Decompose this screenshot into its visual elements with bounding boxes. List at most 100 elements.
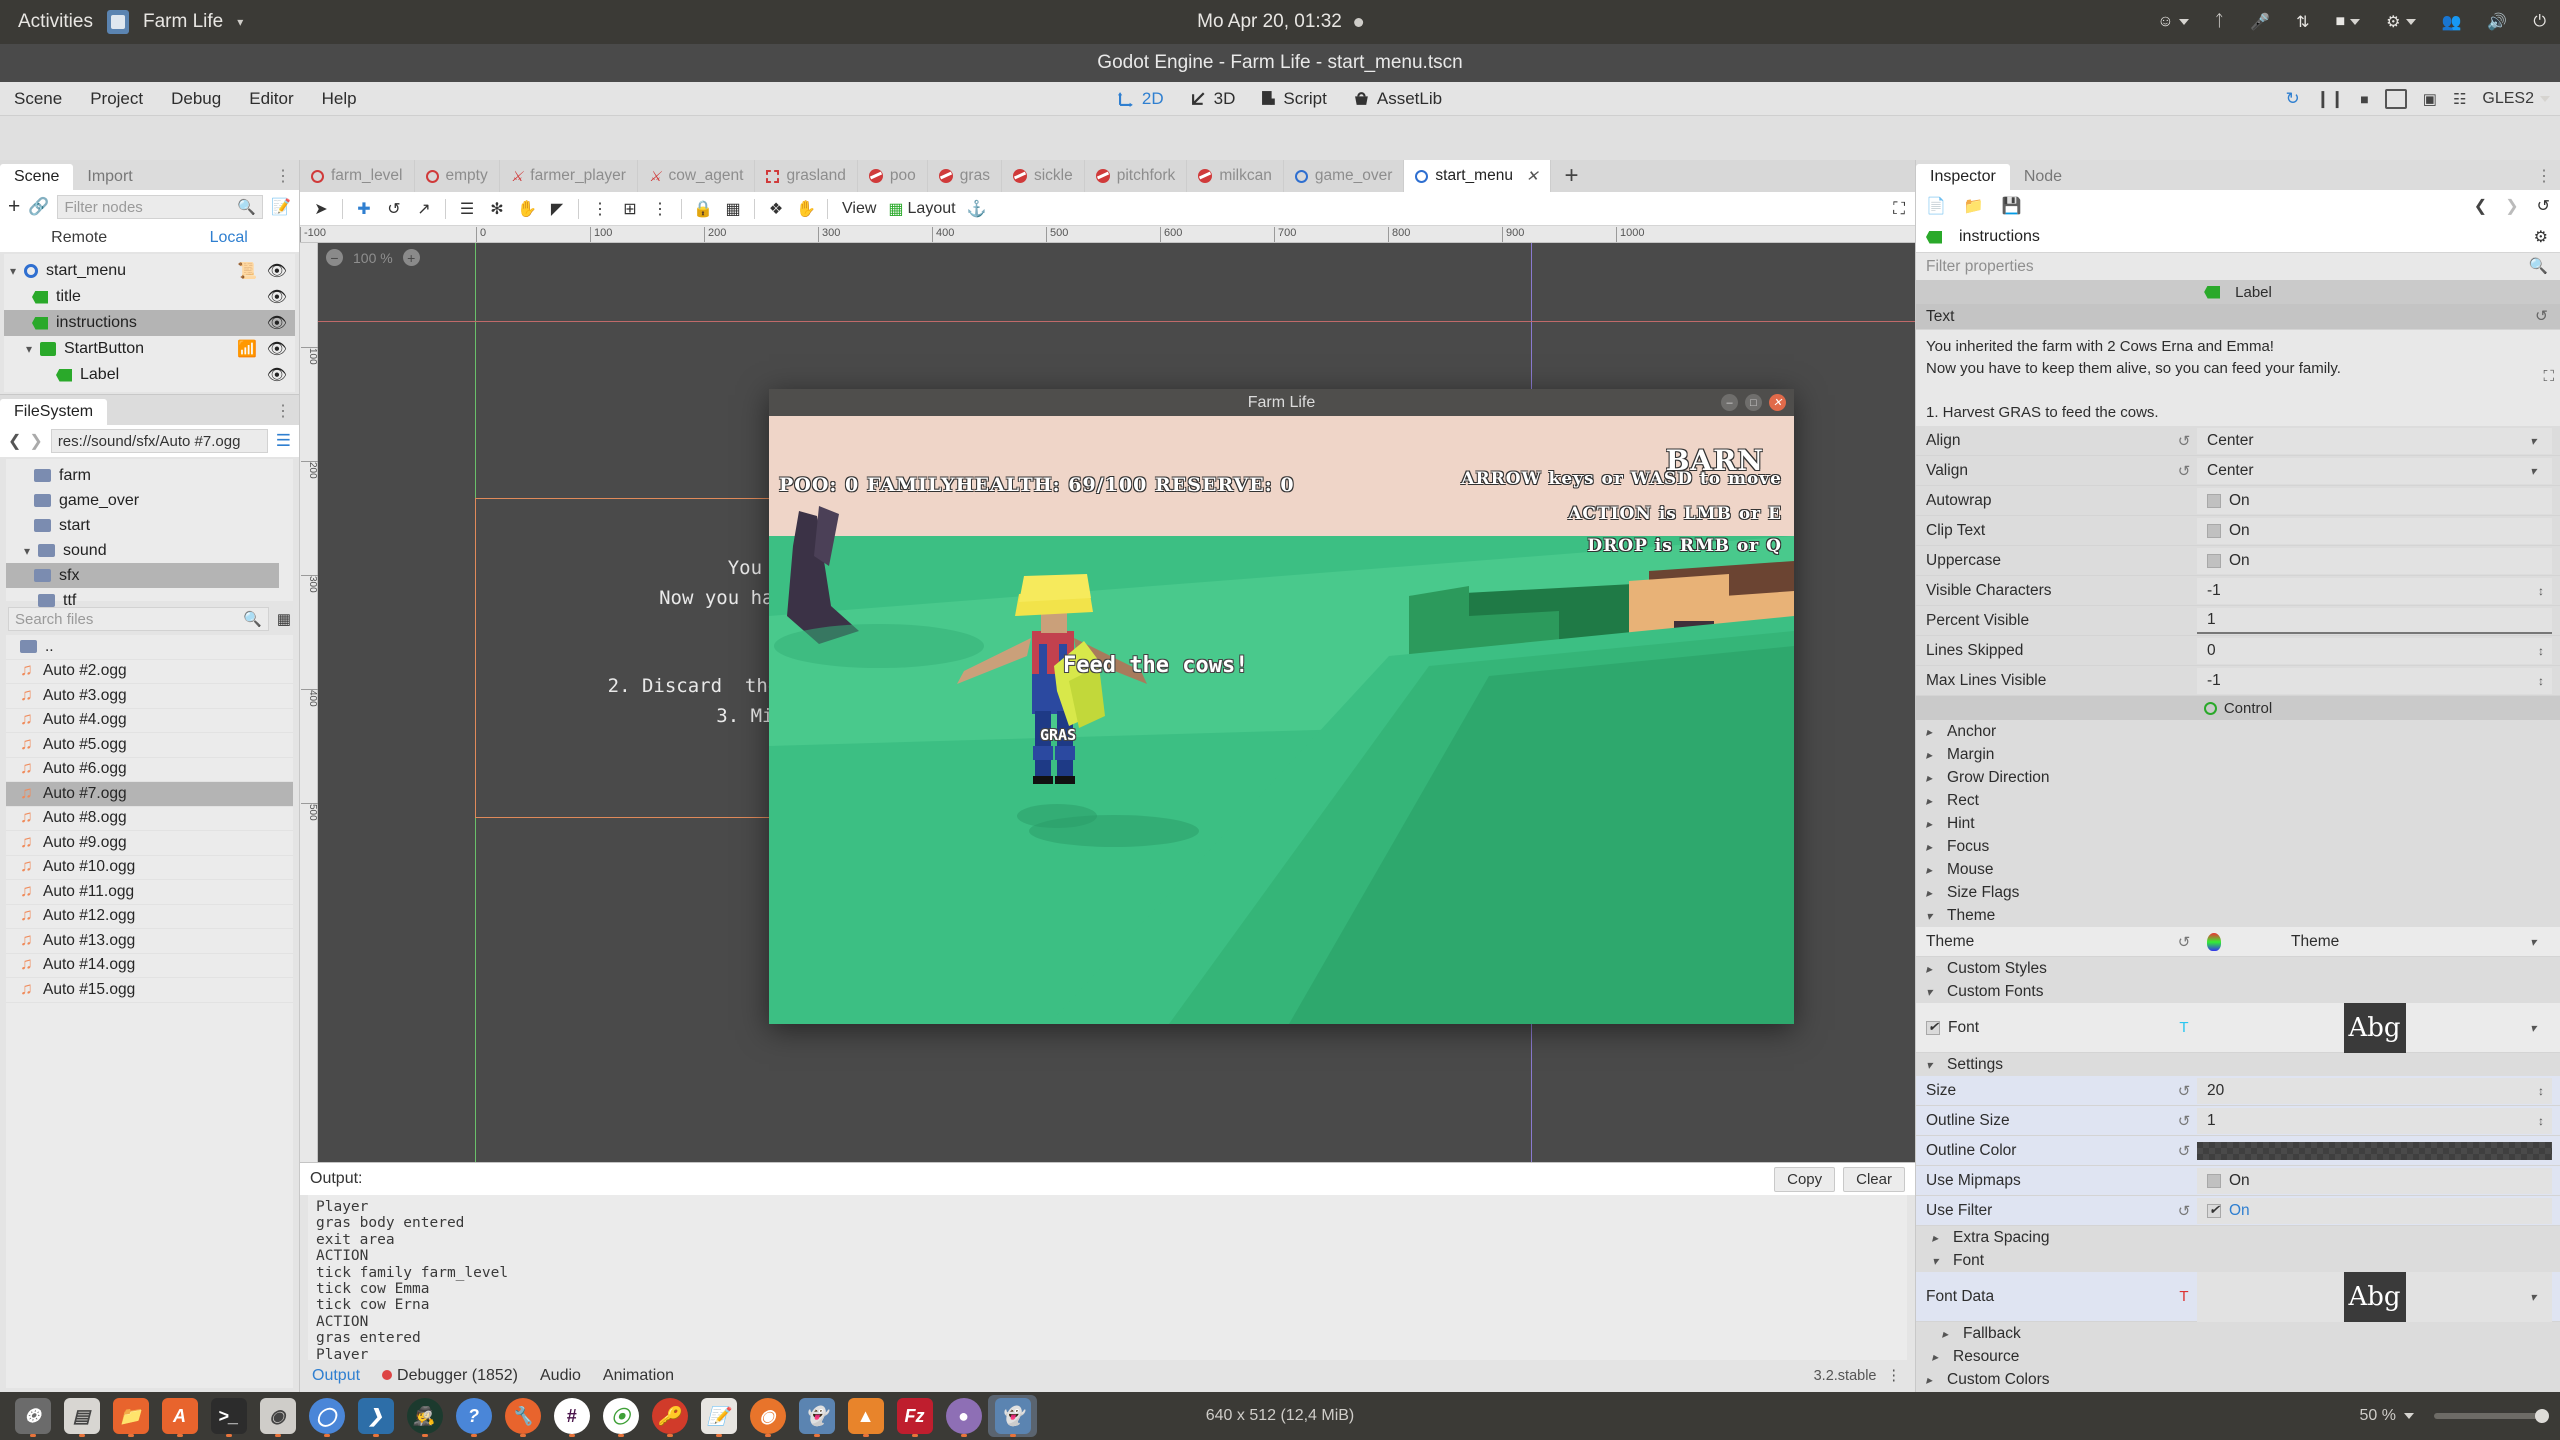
checkbox-icon[interactable] xyxy=(2207,524,2221,538)
dock-item-vscode-icon[interactable]: ❯ xyxy=(351,1395,400,1437)
dock-item-slack-icon[interactable]: # xyxy=(547,1395,596,1437)
group-custom-styles[interactable]: ▸Custom Styles xyxy=(1916,957,2560,980)
list-select-icon[interactable]: ☰ xyxy=(452,196,482,222)
dock-item-gimp-icon[interactable]: ❂ xyxy=(8,1395,57,1437)
scene-tab-game-over[interactable]: game_over xyxy=(1284,160,1405,192)
group-font-sub[interactable]: ▾Font xyxy=(1916,1249,2560,1272)
file-row[interactable]: Auto #2.ogg xyxy=(6,660,293,685)
prop-autowrap[interactable]: Autowrap On xyxy=(1916,486,2560,516)
scene-tab-grasland[interactable]: grasland xyxy=(755,160,857,192)
prop-max-lines-visible[interactable]: Max Lines Visible -1↕ xyxy=(1916,666,2560,696)
prop-theme[interactable]: Theme ↺ Theme ▾ xyxy=(1916,927,2560,957)
new-resource-icon[interactable]: 📄 xyxy=(1926,196,1946,216)
fullscreen-icon[interactable]: ⛶ xyxy=(1893,199,1905,219)
group-theme[interactable]: ▾Theme xyxy=(1916,904,2560,927)
scene-tab-empty[interactable]: empty xyxy=(415,160,500,192)
rotate-icon[interactable]: ↺ xyxy=(379,196,409,222)
dock-item-mongodb-icon[interactable]: ⦿ xyxy=(596,1395,645,1437)
scene-tab-sickle[interactable]: sickle xyxy=(1002,160,1085,192)
dock-menu-icon[interactable]: ⋮ xyxy=(275,166,291,186)
clock[interactable]: Mo Apr 20, 01:32 xyxy=(1197,11,1363,33)
spinner-icon[interactable]: ↕ xyxy=(2538,674,2544,688)
expand-icon[interactable]: ⛶ xyxy=(2543,366,2554,388)
snap-icon[interactable]: ⋮ xyxy=(585,196,615,222)
reload-icon[interactable]: ↻ xyxy=(2286,89,2300,109)
file-row[interactable]: Auto #3.ogg xyxy=(6,684,293,709)
stop-icon[interactable]: ■ xyxy=(2360,91,2368,107)
dock-item-disks-icon[interactable]: ◉ xyxy=(253,1395,302,1437)
prop-uppercase[interactable]: Uppercase On xyxy=(1916,546,2560,576)
select-icon[interactable]: ➤ xyxy=(306,196,336,222)
menu-help[interactable]: Help xyxy=(308,82,371,116)
mode-2d-button[interactable]: 2D xyxy=(1118,89,1164,109)
prop-font-data[interactable]: Font Data T Abg ▾ xyxy=(1916,1272,2560,1322)
prop-lines-skipped[interactable]: Lines Skipped 0↕ xyxy=(1916,636,2560,666)
mic-icon[interactable]: 🎤 xyxy=(2250,12,2270,32)
visibility-eye-icon[interactable]: 👁 xyxy=(267,287,287,307)
dock-item-tor-icon[interactable]: 🕵 xyxy=(400,1395,449,1437)
new-scene-button[interactable]: + xyxy=(1551,160,1593,192)
revert-icon[interactable]: ↺ xyxy=(2171,933,2197,951)
game-window[interactable]: Farm Life – □ ✕ xyxy=(769,389,1794,1024)
battery-icon[interactable]: ■ xyxy=(2335,13,2360,31)
dock-item-godot-running-icon[interactable]: 👻 xyxy=(988,1395,1037,1437)
revert-icon[interactable]: ↺ xyxy=(2171,1202,2197,1220)
more-icon[interactable]: ⋮ xyxy=(645,196,675,222)
spinner-icon[interactable]: ↕ xyxy=(2538,1084,2544,1098)
tab-audio[interactable]: Audio xyxy=(540,1367,581,1385)
close-icon[interactable]: ✕ xyxy=(1769,394,1786,411)
app-menu-label[interactable]: Farm Life xyxy=(143,11,223,33)
zoom-out-icon[interactable]: − xyxy=(326,249,343,266)
group-anchor[interactable]: ▸Anchor xyxy=(1916,720,2560,743)
visibility-eye-icon[interactable]: 👁 xyxy=(267,339,287,359)
mode-assetlib-button[interactable]: AssetLib xyxy=(1353,89,1442,109)
dock-item-blender-icon[interactable]: ◉ xyxy=(743,1395,792,1437)
prop-outline-size[interactable]: Outline Size ↺ 1↕ xyxy=(1916,1106,2560,1136)
group-rect[interactable]: ▸Rect xyxy=(1916,789,2560,812)
scene-tab-farmer-player[interactable]: ⚔farmer_player xyxy=(500,160,638,192)
menu-editor[interactable]: Editor xyxy=(235,82,307,116)
prop-text-value[interactable]: You inherited the farm with 2 Cows Erna … xyxy=(1916,330,2560,426)
prop-valign[interactable]: Valign ↺ Center▾ xyxy=(1916,456,2560,486)
revert-icon[interactable]: ↺ xyxy=(2171,1082,2197,1100)
group-hint[interactable]: ▸Hint xyxy=(1916,812,2560,835)
checkbox-icon[interactable] xyxy=(2207,1204,2221,1218)
bluetooth-icon[interactable]: ᛏ xyxy=(2215,13,2225,31)
group-resource[interactable]: ▸Resource xyxy=(1916,1345,2560,1368)
prop-percent-visible[interactable]: Percent Visible 1 xyxy=(1916,606,2560,636)
game-viewport[interactable]: POO: 0 FAMILYHEALTH: 69/100 RESERVE: 0 A… xyxy=(769,416,1794,1024)
ruler-icon[interactable]: ◤ xyxy=(542,196,572,222)
game-window-titlebar[interactable]: Farm Life – □ ✕ xyxy=(769,389,1794,416)
volume-icon[interactable]: 🔊 xyxy=(2487,12,2507,32)
dock-item-vlc-icon[interactable]: ▲ xyxy=(841,1395,890,1437)
file-row[interactable]: Auto #11.ogg xyxy=(6,880,293,905)
back-icon[interactable]: ❮ xyxy=(8,431,21,451)
volume-slider[interactable] xyxy=(2434,1413,2544,1419)
spinner-icon[interactable]: ↕ xyxy=(2538,1114,2544,1128)
group-icon[interactable]: ▦ xyxy=(718,196,748,222)
dock-item-notepad-icon[interactable]: 📝 xyxy=(694,1395,743,1437)
checkbox-icon[interactable] xyxy=(1926,1021,1940,1035)
filter-nodes-input[interactable]: Filter nodes 🔍 xyxy=(57,195,263,219)
zoom-control[interactable]: 50 % xyxy=(2360,1407,2414,1425)
menu-debug[interactable]: Debug xyxy=(157,82,235,116)
history-prev-icon[interactable]: ❮ xyxy=(2474,196,2487,216)
dock-item-ubuntu-software-icon[interactable]: A xyxy=(155,1395,204,1437)
revert-icon[interactable]: ↺ xyxy=(2171,1112,2197,1130)
open-resource-icon[interactable]: 📁 xyxy=(1964,196,1984,216)
zoom-in-icon[interactable]: + xyxy=(403,249,420,266)
file-row[interactable]: Auto #12.ogg xyxy=(6,905,293,930)
clear-button[interactable]: Clear xyxy=(1843,1167,1905,1192)
dock-item-filezilla-icon[interactable]: Fz xyxy=(890,1395,939,1437)
file-row[interactable]: Auto #4.ogg xyxy=(6,709,293,734)
inspector-filter-input[interactable]: Filter properties 🔍 xyxy=(1916,252,2560,280)
settings-icon[interactable]: ⚙ xyxy=(2386,12,2415,32)
group-extra-spacing[interactable]: ▸Extra Spacing xyxy=(1916,1226,2560,1249)
file-row[interactable]: .. xyxy=(6,635,293,660)
group-mouse[interactable]: ▸Mouse xyxy=(1916,858,2560,881)
view-menu[interactable]: View xyxy=(834,196,884,222)
dock-item-chromium-icon[interactable]: ◯ xyxy=(302,1395,351,1437)
pause-icon[interactable]: ❙❙ xyxy=(2316,89,2345,109)
prop-visible-characters[interactable]: Visible Characters -1↕ xyxy=(1916,576,2560,606)
chevron-down-icon[interactable]: ▾ xyxy=(26,342,40,356)
